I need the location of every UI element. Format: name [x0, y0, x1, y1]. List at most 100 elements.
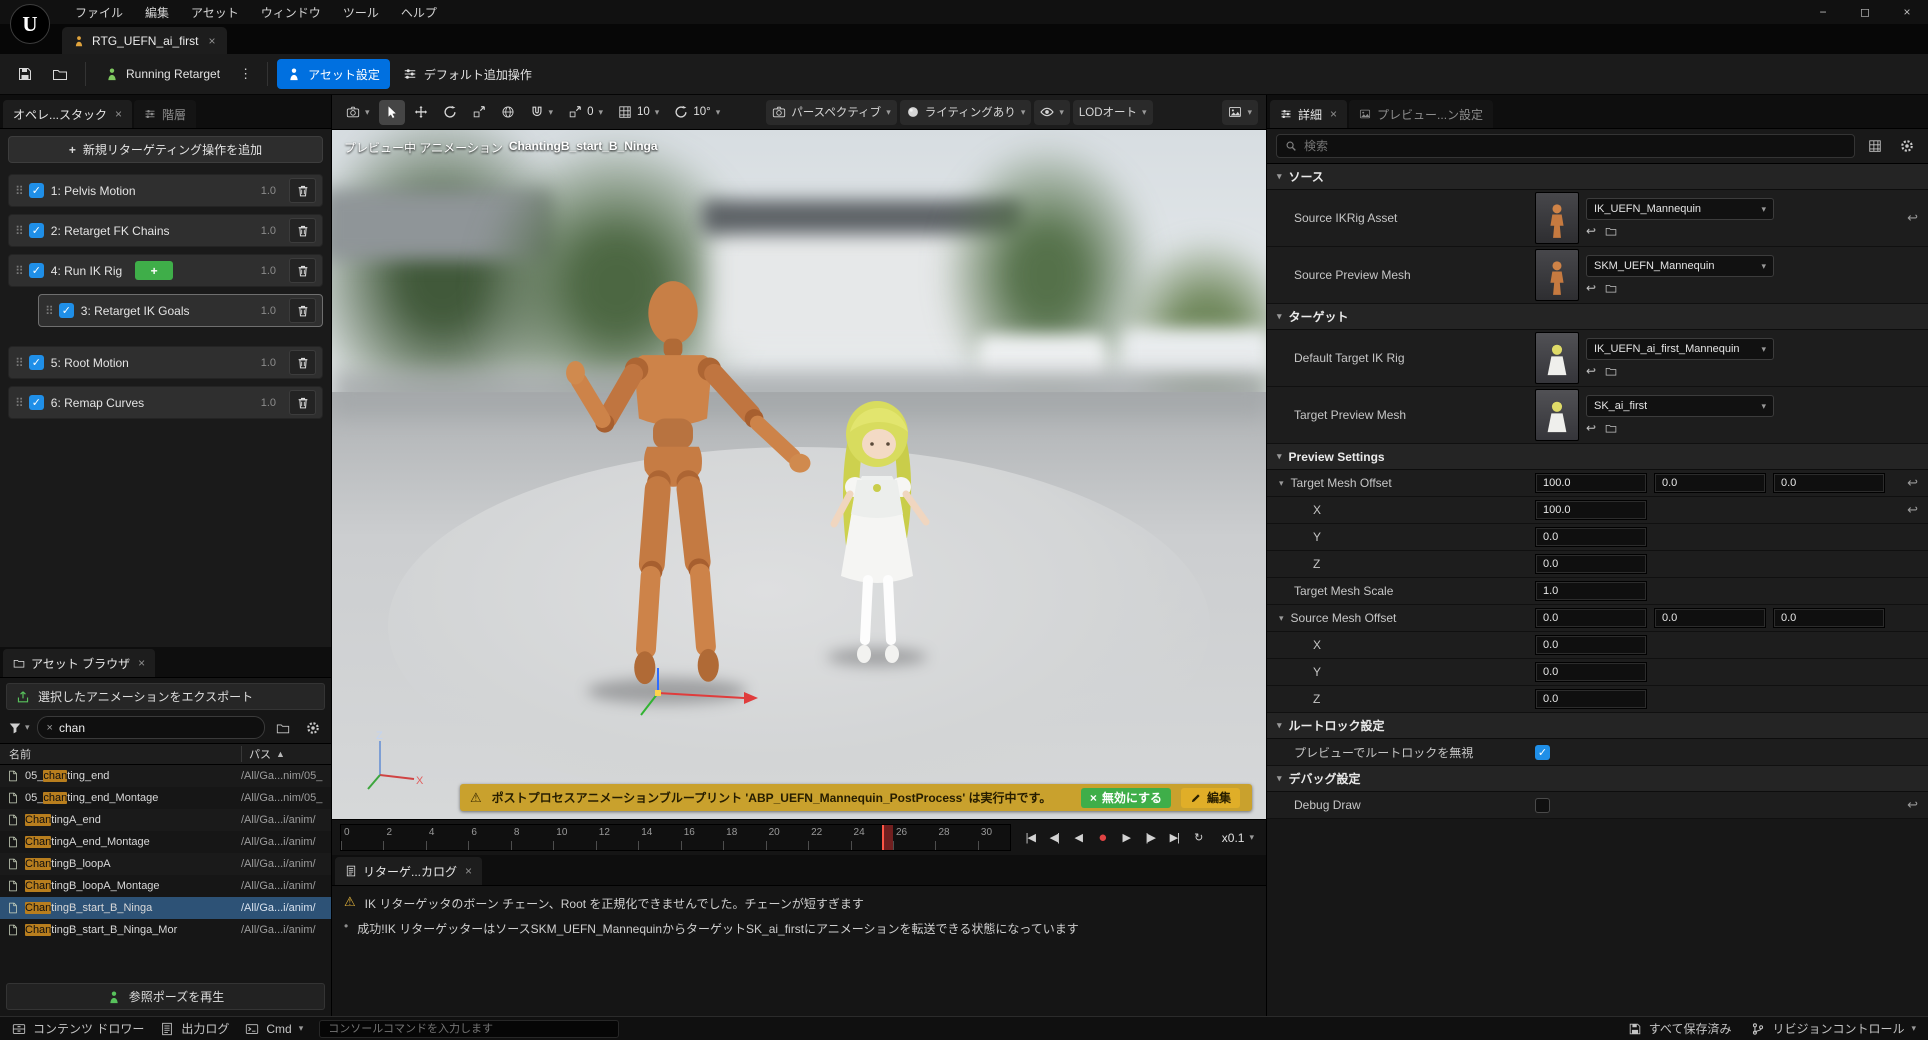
unreal-logo-icon[interactable]: U: [10, 4, 50, 44]
edit-postprocess-button[interactable]: 編集: [1181, 788, 1240, 808]
console-command-field[interactable]: [328, 1023, 610, 1035]
filter-button[interactable]: ▾: [6, 721, 32, 735]
menu-edit[interactable]: 編集: [134, 1, 180, 24]
browse-to-asset-icon[interactable]: [1605, 224, 1617, 238]
target-ikrig-dropdown[interactable]: IK_UEFN_ai_first_Mannequin▾: [1586, 338, 1774, 360]
scale-snap-button[interactable]: 0▾: [562, 100, 609, 125]
browse-to-asset-icon[interactable]: [1605, 281, 1617, 295]
close-icon[interactable]: ×: [1886, 0, 1928, 24]
column-header-name[interactable]: 名前: [0, 746, 241, 762]
loop-button[interactable]: ↻: [1187, 827, 1210, 849]
target-offset-z-field[interactable]: 0.0: [1773, 473, 1885, 493]
op-item-retarget-fk-chains[interactable]: ⠿ ✓ 2: Retarget FK Chains 1.0: [8, 214, 323, 247]
ignore-root-lock-checkbox[interactable]: ✓: [1535, 745, 1550, 760]
source-offset-x-field[interactable]: 0.0: [1535, 608, 1647, 628]
details-search-input[interactable]: [1276, 134, 1855, 158]
tab-asset-browser[interactable]: アセット ブラウザ ×: [3, 649, 155, 677]
section-root-lock[interactable]: ▾ルートロック設定: [1267, 713, 1928, 739]
export-animations-button[interactable]: 選択したアニメーションをエクスポート: [6, 683, 325, 710]
default-chain-ops-button[interactable]: デフォルト追加操作: [393, 59, 542, 89]
save-button[interactable]: [9, 59, 41, 89]
skip-to-start-button[interactable]: |◀: [1019, 827, 1042, 849]
section-preview-settings[interactable]: ▾Preview Settings: [1267, 444, 1928, 470]
tab-close-icon[interactable]: ×: [138, 656, 145, 670]
select-tool-button[interactable]: [379, 100, 405, 125]
view-mode-dropdown[interactable]: ライティングあり▾: [900, 100, 1032, 125]
menu-help[interactable]: ヘルプ: [390, 1, 448, 24]
asset-row[interactable]: ChantingA_end /All/Ga...i/anim/: [0, 809, 331, 831]
drag-handle-icon[interactable]: ⠿: [15, 224, 22, 238]
section-source[interactable]: ▾ソース: [1267, 164, 1928, 190]
op-enabled-checkbox[interactable]: ✓: [59, 303, 74, 318]
source-offset-z-field[interactable]: 0.0: [1773, 608, 1885, 628]
op-enabled-checkbox[interactable]: ✓: [29, 263, 44, 278]
chevron-down-icon[interactable]: ▾: [1279, 479, 1284, 488]
op-enabled-checkbox[interactable]: ✓: [29, 395, 44, 410]
perspective-dropdown[interactable]: パースペクティブ▾: [766, 100, 896, 125]
tab-preview-scene-settings[interactable]: プレビュー...ン設定: [1349, 100, 1493, 128]
save-search-icon[interactable]: [270, 716, 295, 739]
asset-thumbnail-girl[interactable]: [1535, 389, 1579, 441]
retarget-options-kebab-icon[interactable]: ⋮: [233, 66, 258, 82]
drag-handle-icon[interactable]: ⠿: [15, 356, 22, 370]
show-flags-dropdown[interactable]: ▾: [1034, 100, 1070, 125]
tab-op-stack[interactable]: オペレ...スタック ×: [3, 100, 132, 128]
target-scale-field[interactable]: 1.0: [1535, 581, 1647, 601]
drag-handle-icon[interactable]: ⠿: [15, 184, 22, 198]
delete-op-button[interactable]: [289, 218, 316, 243]
play-reverse-button[interactable]: ◀: [1067, 827, 1090, 849]
source-offset-y-field[interactable]: 0.0: [1654, 608, 1766, 628]
output-log-button[interactable]: 出力ログ: [160, 1020, 229, 1037]
use-selected-asset-icon[interactable]: ↩: [1586, 224, 1596, 238]
menu-asset[interactable]: アセット: [180, 1, 250, 24]
use-selected-asset-icon[interactable]: ↩: [1586, 364, 1596, 378]
source-preview-mesh-dropdown[interactable]: SKM_UEFN_Mannequin▾: [1586, 255, 1774, 277]
reset-to-default-icon[interactable]: ↩: [1907, 475, 1918, 491]
revision-control-button[interactable]: リビジョンコントロール ▾: [1751, 1020, 1916, 1037]
delete-op-button[interactable]: [289, 350, 316, 375]
asset-search-field[interactable]: [59, 721, 255, 735]
disable-postprocess-button[interactable]: ×無効にする: [1081, 788, 1171, 808]
y-value-field[interactable]: 0.0: [1535, 662, 1647, 682]
browse-to-asset-icon[interactable]: [1605, 364, 1617, 378]
viewport-options-button[interactable]: ▾: [340, 100, 376, 125]
drag-handle-icon[interactable]: ⠿: [15, 396, 22, 410]
section-debug[interactable]: ▾デバッグ設定: [1267, 766, 1928, 792]
move-tool-button[interactable]: [408, 100, 434, 125]
delete-op-button[interactable]: [289, 390, 316, 415]
details-search-field[interactable]: [1304, 139, 1846, 153]
asset-row[interactable]: 05_chanting_end_Montage /All/Ga...nim/05…: [0, 787, 331, 809]
op-enabled-checkbox[interactable]: ✓: [29, 183, 44, 198]
playback-speed-dropdown[interactable]: x0.1 ▾: [1218, 820, 1258, 855]
grid-snap-button[interactable]: 10▾: [612, 100, 665, 125]
browse-to-asset-button[interactable]: [44, 59, 76, 89]
op-enabled-checkbox[interactable]: ✓: [29, 223, 44, 238]
x-value-field[interactable]: 100.0: [1535, 500, 1647, 520]
scale-tool-button[interactable]: [466, 100, 492, 125]
drag-handle-icon[interactable]: ⠿: [15, 264, 22, 278]
tab-close-icon[interactable]: ×: [208, 34, 215, 48]
screenshot-button[interactable]: ▾: [1222, 100, 1258, 125]
rotate-tool-button[interactable]: [437, 100, 463, 125]
tab-hierarchy[interactable]: 階層: [134, 100, 196, 128]
op-item-root-motion[interactable]: ⠿ ✓ 5: Root Motion 1.0: [8, 346, 323, 379]
tab-close-icon[interactable]: ×: [465, 864, 472, 878]
section-target[interactable]: ▾ターゲット: [1267, 304, 1928, 330]
asset-settings-button[interactable]: アセット設定: [277, 59, 390, 89]
delete-op-button[interactable]: [289, 298, 316, 323]
tab-close-icon[interactable]: ×: [115, 107, 122, 121]
use-selected-asset-icon[interactable]: ↩: [1586, 421, 1596, 435]
asset-row[interactable]: ChantingA_end_Montage /All/Ga...i/anim/: [0, 831, 331, 853]
rotation-snap-button[interactable]: 10°▾: [668, 100, 726, 125]
column-header-path[interactable]: パス ▲: [241, 746, 331, 762]
delete-op-button[interactable]: [289, 258, 316, 283]
running-retarget-button[interactable]: Running Retarget: [95, 59, 230, 89]
target-offset-x-field[interactable]: 100.0: [1535, 473, 1647, 493]
target-preview-mesh-dropdown[interactable]: SK_ai_first▾: [1586, 395, 1774, 417]
transform-gizmo[interactable]: [632, 665, 762, 725]
asset-thumbnail-mannequin[interactable]: [1535, 192, 1579, 244]
tab-rtg-uefn-ai-first[interactable]: RTG_UEFN_ai_first ×: [62, 27, 227, 54]
timeline-playhead[interactable]: [882, 825, 893, 850]
add-retarget-op-button[interactable]: + 新規リターゲティング操作を追加: [8, 136, 323, 163]
asset-thumbnail-mannequin[interactable]: [1535, 249, 1579, 301]
